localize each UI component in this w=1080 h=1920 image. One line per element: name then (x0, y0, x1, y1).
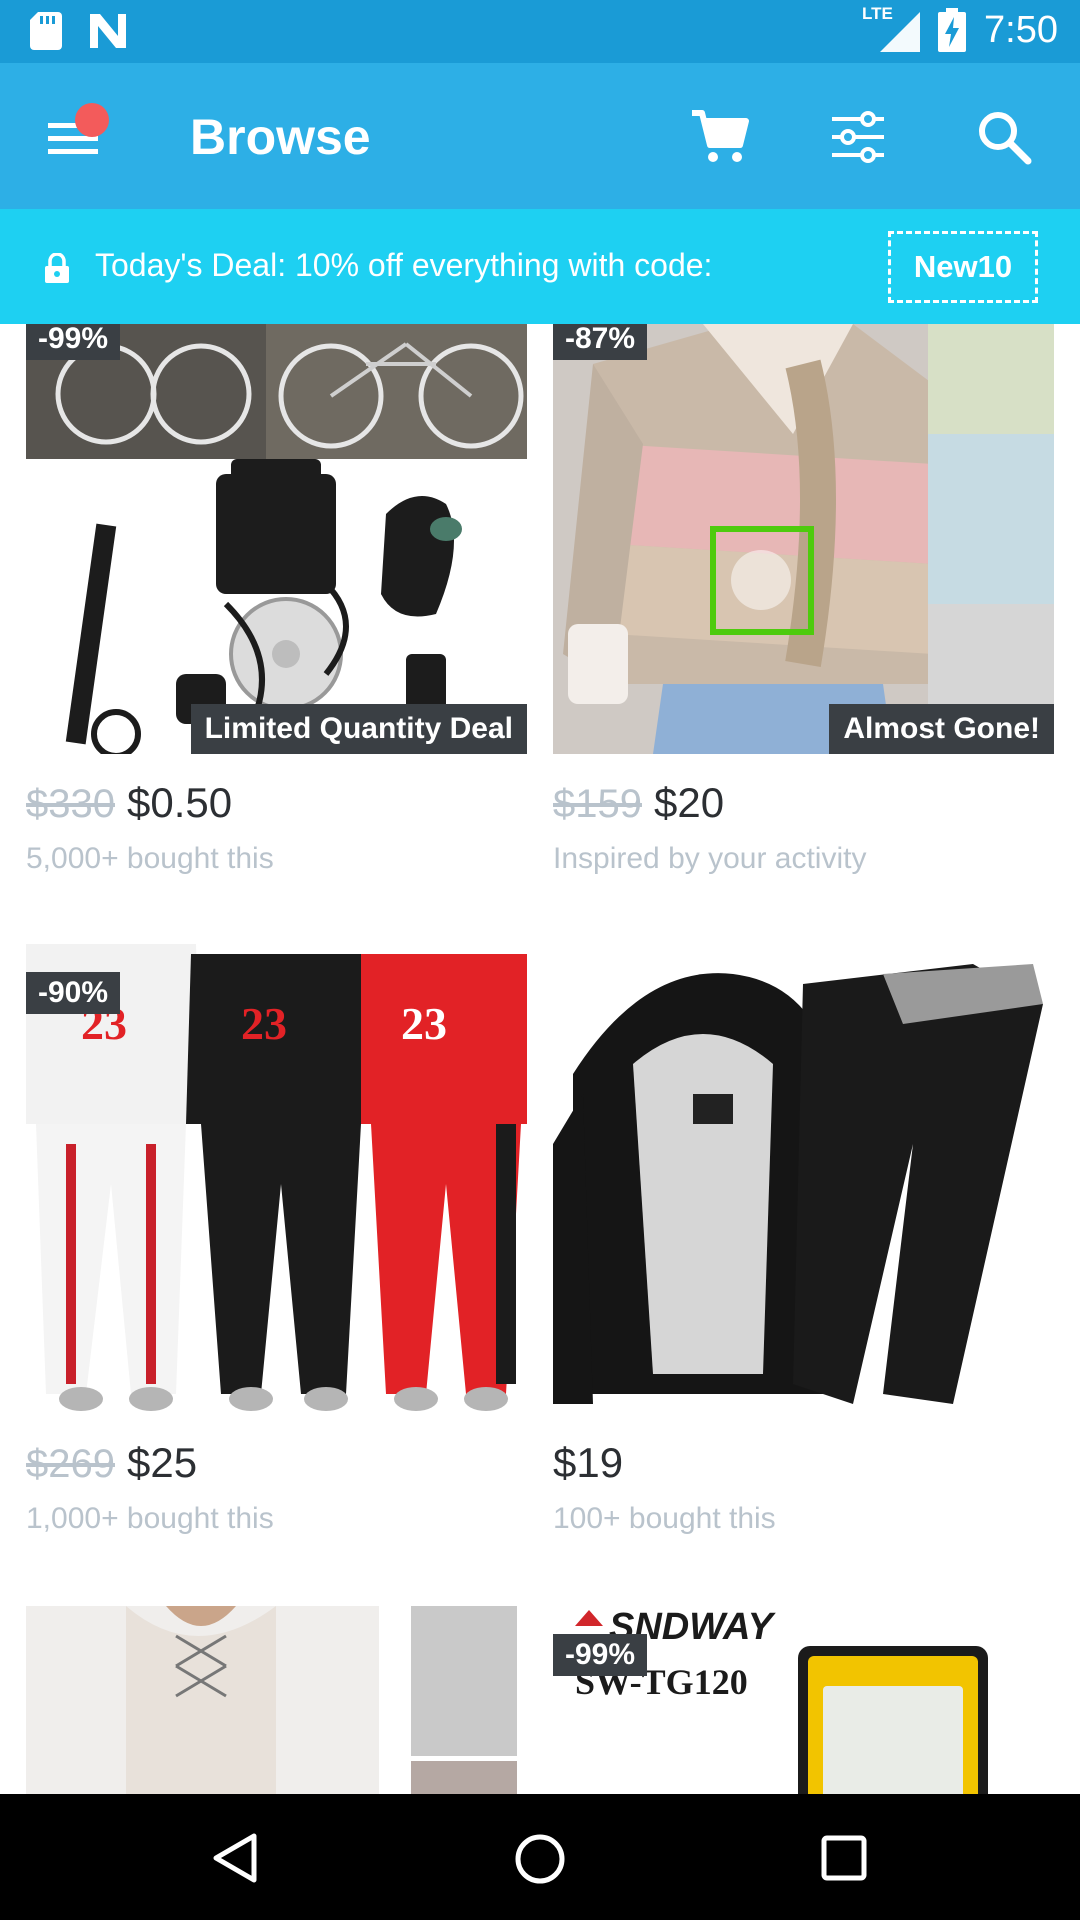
product-card[interactable]: $19 100+ bought this (553, 944, 1054, 1535)
n-notification-icon (90, 14, 126, 48)
sale-price: $20 (653, 779, 725, 826)
product-image: SNDWAY SW-TG120 -99% (553, 1606, 1054, 1794)
product-grid: -99% Limited Quantity Deal $330 $0.50 5,0… (0, 324, 1080, 1794)
sale-price: $19 (553, 1439, 624, 1486)
recommendation-note: Inspired by your activity (553, 842, 867, 875)
svg-text:23: 23 (241, 998, 287, 1049)
original-price: $159 (553, 782, 642, 826)
lock-icon (45, 253, 69, 283)
navigation-bar (0, 1794, 1080, 1920)
discount-badge: -99% (553, 1634, 648, 1676)
discount-badge: -87% (553, 324, 648, 360)
product-image: 23 23 23 -90% (26, 944, 527, 1419)
deal-text: Today's Deal: 10% off everything with co… (95, 247, 713, 283)
shopping-cart-icon (692, 110, 749, 162)
product-image (553, 944, 1054, 1419)
price-row: $159 $20 (553, 779, 724, 827)
original-price: $269 (26, 1442, 115, 1486)
original-price: $330 (26, 782, 115, 826)
cart-button[interactable] (688, 105, 752, 169)
deal-banner[interactable]: Today's Deal: 10% off everything with co… (0, 209, 1080, 324)
lte-signal-icon: LTE (862, 4, 921, 52)
search-button[interactable] (972, 105, 1036, 169)
sale-price: $25 (126, 1439, 198, 1486)
product-card[interactable]: 23 23 23 -90% $269 $25 1,000+ bought this (26, 944, 527, 1535)
purchase-count: 5,000+ bought this (26, 842, 274, 875)
purchase-count: 100+ bought this (553, 1502, 776, 1535)
product-image: -99% Limited Quantity Deal (26, 324, 527, 754)
product-tag: Limited Quantity Deal (190, 704, 527, 754)
promo-code[interactable]: New10 (888, 231, 1038, 303)
product-tag: Almost Gone! (829, 704, 1054, 754)
price-row: $269 $25 (26, 1439, 197, 1487)
sale-price: $0.50 (126, 779, 233, 826)
clock: 7:50 (984, 8, 1058, 51)
home-icon[interactable] (513, 1832, 567, 1886)
search-icon (979, 112, 1032, 165)
price-row: $19 (553, 1439, 623, 1487)
filter-sliders-icon (832, 111, 884, 163)
battery-charging-icon (938, 8, 967, 52)
product-image: -87% Almost Gone! (553, 324, 1054, 754)
back-icon[interactable] (210, 1832, 260, 1884)
discount-badge: -90% (26, 972, 121, 1014)
status-bar: LTE 7:50 (0, 0, 1080, 63)
product-card[interactable]: -99% Limited Quantity Deal $330 $0.50 5,0… (26, 324, 527, 884)
app-bar: Browse (0, 63, 1080, 209)
svg-text:23: 23 (401, 998, 447, 1049)
purchase-count: 1,000+ bought this (26, 1502, 274, 1535)
network-label: LTE (862, 4, 893, 23)
price-row: $330 $0.50 (26, 779, 232, 827)
product-card[interactable]: SNDWAY SW-TG120 -99% (553, 1606, 1054, 1794)
product-image (26, 1606, 527, 1794)
page-title: Browse (190, 109, 371, 165)
filter-button[interactable] (826, 105, 890, 169)
notification-dot (75, 103, 109, 137)
recents-icon[interactable] (820, 1834, 868, 1882)
discount-badge: -99% (26, 324, 121, 360)
sd-card-icon (30, 12, 62, 50)
product-card[interactable]: -87% Almost Gone! $159 $20 Inspired by yo… (553, 324, 1054, 884)
product-card[interactable] (26, 1606, 527, 1794)
